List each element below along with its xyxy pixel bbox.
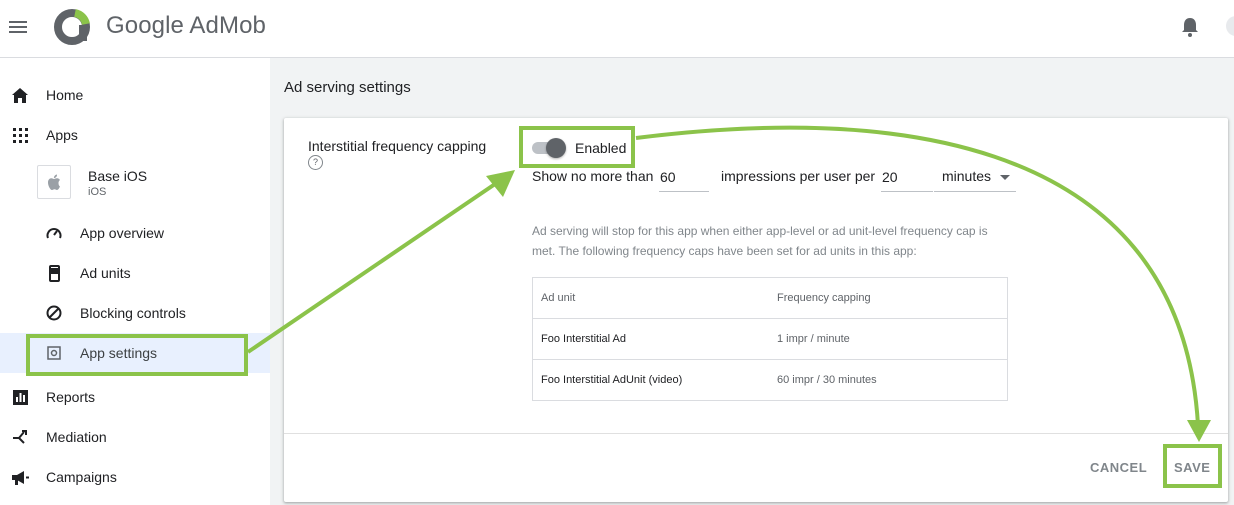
frequency-cell: 1 impr / minute <box>769 318 1008 360</box>
chevron-down-icon <box>1000 175 1010 180</box>
sidebar-item-label: Ad units <box>80 265 131 281</box>
phone-icon <box>45 264 63 282</box>
ad-unit-cell: Foo Interstitial AdUnit (video) <box>532 359 769 401</box>
frequency-cap-note: Ad serving will stop for this app when e… <box>532 224 988 258</box>
sidebar-item-label: App settings <box>80 345 158 361</box>
table-row: Foo Interstitial Ad 1 impr / minute <box>532 318 1008 360</box>
toggle-thumb <box>546 138 566 158</box>
sidebar-item-label: Campaigns <box>46 469 117 485</box>
home-icon <box>11 86 29 104</box>
page-title: Ad serving settings <box>284 79 411 96</box>
block-icon <box>45 304 63 322</box>
sidebar-item-app-settings[interactable]: App settings <box>0 333 270 373</box>
sidebar-item-label: App overview <box>80 225 165 241</box>
time-unit-value: minutes <box>942 168 992 184</box>
sidebar-item-mediation[interactable]: Mediation <box>0 417 270 457</box>
mediation-icon <box>11 428 29 446</box>
sidebar-item-campaigns[interactable]: Campaigns <box>0 457 270 497</box>
frequency-cap-table: Ad unit Frequency capping Foo Interstiti… <box>532 277 1008 401</box>
sidebar-item-apps[interactable]: Apps <box>0 115 270 155</box>
sidebar-nav: Home Apps Base iOS iOS App overview Ad u… <box>0 58 270 505</box>
sidebar-item-label: Home <box>46 87 84 103</box>
settings-icon <box>45 344 63 362</box>
apps-grid-icon <box>11 126 29 144</box>
campaigns-icon <box>11 468 29 486</box>
sidebar-item-app-overview[interactable]: App overview <box>0 213 270 253</box>
sidebar-item-home[interactable]: Home <box>0 75 270 115</box>
time-unit-select[interactable]: minutes <box>934 162 1016 192</box>
sidebar-item-label: Mediation <box>46 429 107 445</box>
sidebar-item-ad-units[interactable]: Ad units <box>0 253 270 293</box>
reports-icon <box>11 388 29 406</box>
frequency-capping-toggle[interactable] <box>530 138 566 158</box>
apple-icon <box>37 165 71 199</box>
avatar[interactable] <box>1226 16 1234 36</box>
notifications-bell-icon[interactable] <box>1180 16 1200 38</box>
sidebar-item-reports[interactable]: Reports <box>0 377 270 417</box>
cancel-button[interactable]: CANCEL <box>1090 460 1147 475</box>
frequency-cell: 60 impr / 30 minutes <box>769 359 1008 401</box>
column-header: Frequency capping <box>777 292 871 304</box>
table-row: Foo Interstitial AdUnit (video) 60 impr … <box>532 359 1008 401</box>
sidebar-item-label: Reports <box>46 389 96 405</box>
admob-logo-icon <box>54 9 90 45</box>
impressions-input[interactable] <box>659 162 709 192</box>
app-platform: iOS <box>88 186 107 198</box>
duration-input[interactable] <box>881 162 933 192</box>
card-divider <box>284 433 1228 434</box>
sidebar-item-label: Apps <box>46 127 78 143</box>
help-icon[interactable]: ? <box>308 155 323 170</box>
app-title: Google AdMob <box>106 12 266 39</box>
settings-card: Interstitial frequency capping ? Enabled… <box>284 118 1228 502</box>
column-header: Ad unit <box>541 292 576 304</box>
toggle-state-label: Enabled <box>575 140 627 156</box>
app-name: Base iOS <box>88 168 148 184</box>
cap-middle-label: impressions per user per <box>721 168 876 184</box>
ad-unit-cell: Foo Interstitial Ad <box>532 318 769 360</box>
setting-label: Interstitial frequency capping <box>308 138 487 154</box>
save-button[interactable]: SAVE <box>1174 460 1210 475</box>
speedometer-icon <box>45 224 63 242</box>
table-header-row: Ad unit Frequency capping <box>533 278 1008 319</box>
cap-prefix-label: Show no more than <box>532 168 654 184</box>
menu-icon[interactable] <box>9 18 31 38</box>
sidebar-item-label: Blocking controls <box>80 305 186 321</box>
app-selector[interactable]: Base iOS iOS <box>0 162 270 206</box>
sidebar-item-blocking-controls[interactable]: Blocking controls <box>0 293 270 333</box>
top-app-bar: Google AdMob <box>0 0 1234 58</box>
